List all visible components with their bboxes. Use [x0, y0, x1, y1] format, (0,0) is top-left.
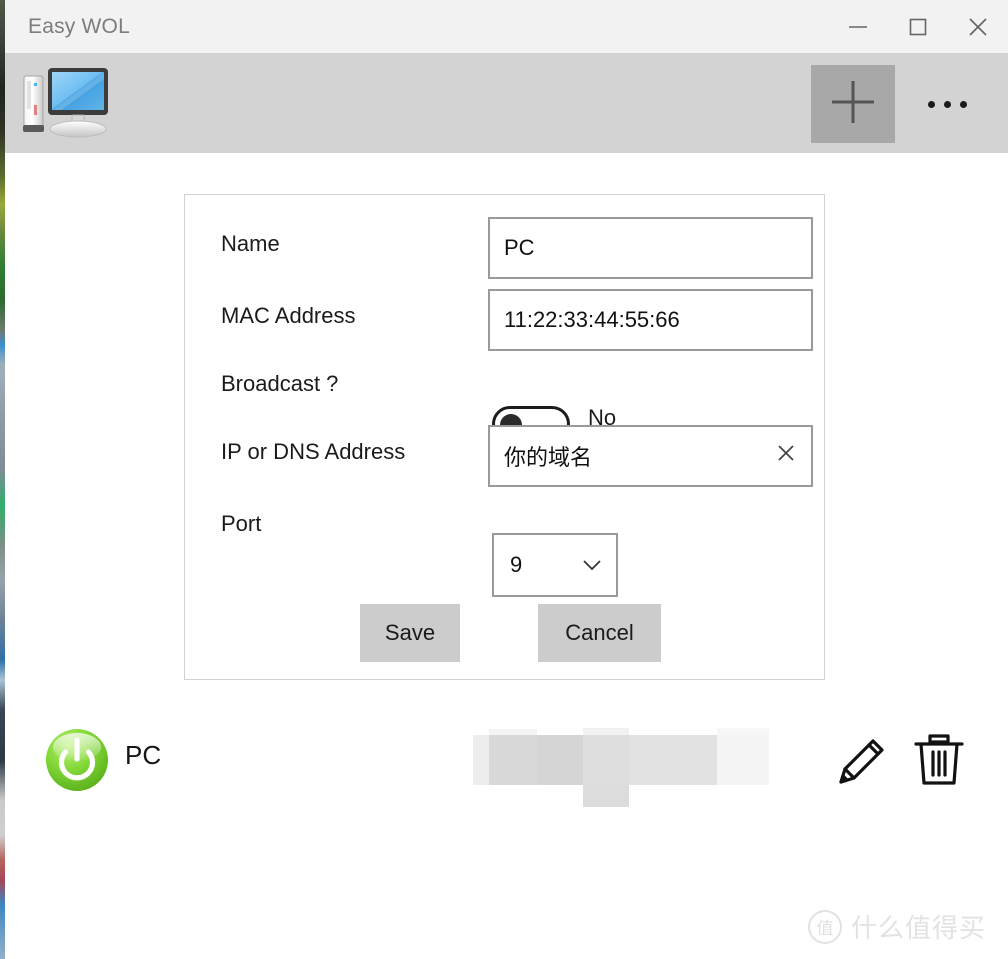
desktop-computer-icon [15, 59, 115, 147]
main-content: Name PC MAC Address 11:22:33:44:55:66 Br… [5, 153, 1008, 959]
device-name-label: PC [125, 740, 162, 770]
close-button[interactable] [948, 0, 1008, 53]
app-toolbar [5, 53, 1008, 153]
watermark-badge: 值 [807, 909, 842, 944]
port-value: 9 [510, 552, 523, 577]
minimize-icon [847, 20, 869, 34]
window-caption-buttons [828, 0, 1008, 53]
maximize-button[interactable] [888, 0, 948, 53]
window-titlebar: Easy WOL [5, 0, 1008, 53]
table-row[interactable]: PC [5, 718, 1008, 828]
watermark: 值 什么值得买 [807, 908, 986, 945]
redacted-details [473, 723, 785, 813]
delete-device-button[interactable] [911, 730, 967, 790]
plus-icon [829, 78, 877, 131]
power-button-icon[interactable] [45, 728, 109, 792]
save-button[interactable]: Save [360, 604, 460, 662]
port-select[interactable]: 9 [492, 533, 618, 597]
ellipsis-icon [927, 100, 935, 108]
more-options-button[interactable] [911, 65, 983, 143]
name-label: Name [221, 231, 280, 256]
pencil-icon [833, 739, 889, 794]
maximize-icon [908, 17, 928, 37]
close-icon [775, 442, 797, 470]
edit-device-button[interactable] [833, 730, 889, 790]
window-title: Easy WOL [28, 14, 130, 38]
watermark-text: 什么值得买 [850, 913, 986, 943]
ip-dns-label: IP or DNS Address [221, 439, 406, 464]
ellipsis-icon [943, 100, 951, 108]
mac-address-label: MAC Address [221, 303, 356, 328]
name-input[interactable]: PC [488, 217, 813, 279]
chevron-down-icon [582, 559, 602, 571]
ellipsis-icon [959, 100, 967, 108]
device-edit-panel: Name PC MAC Address 11:22:33:44:55:66 Br… [184, 194, 825, 680]
cancel-button[interactable]: Cancel [538, 604, 661, 662]
broadcast-label: Broadcast ? [221, 371, 339, 396]
port-label: Port [221, 511, 262, 536]
ip-dns-input[interactable]: 你的域名 [488, 425, 813, 487]
close-icon [967, 16, 989, 38]
trash-icon [911, 734, 967, 794]
desktop-background-strip [0, 0, 5, 959]
clear-ip-button[interactable] [771, 441, 801, 471]
add-device-button[interactable] [811, 65, 895, 143]
ip-dns-value: 你的域名 [504, 445, 593, 470]
mac-address-input[interactable]: 11:22:33:44:55:66 [488, 289, 813, 351]
minimize-button[interactable] [828, 0, 888, 53]
